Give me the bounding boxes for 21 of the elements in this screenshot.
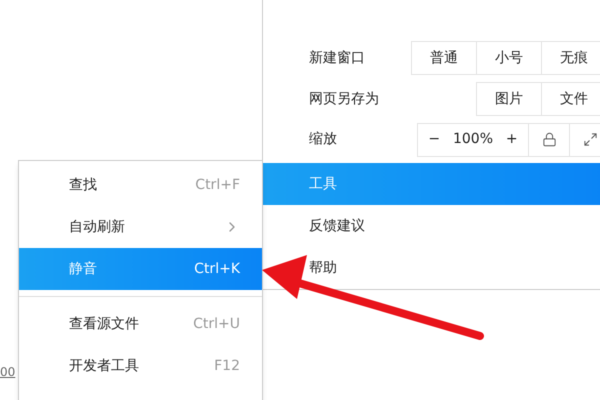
fullscreen-button[interactable] bbox=[569, 122, 600, 157]
option-button[interactable]: 文件 bbox=[541, 82, 600, 116]
option-button[interactable]: 普通 bbox=[411, 41, 477, 76]
submenu-item[interactable]: 静音 Ctrl+K bbox=[19, 248, 262, 290]
submenu-item[interactable]: 开发者工具 F12 bbox=[19, 345, 262, 387]
option-button[interactable]: 无痕 bbox=[541, 41, 600, 76]
menu-row-label: 网页另存为 bbox=[309, 90, 380, 108]
zoom-in-button[interactable]: + bbox=[506, 129, 518, 150]
option-button[interactable]: 小号 bbox=[476, 41, 542, 76]
lock-icon bbox=[542, 132, 556, 148]
menu-row-label: 缩放 bbox=[309, 130, 338, 150]
submenu-item[interactable]: 查看源文件 Ctrl+U bbox=[19, 303, 262, 345]
option-button[interactable]: 图片 bbox=[476, 82, 542, 116]
zoom-level: 100% bbox=[452, 130, 493, 150]
expand-icon bbox=[582, 132, 598, 148]
menu-row-label: 新建窗口 bbox=[309, 48, 366, 68]
page-link[interactable]: 00 bbox=[0, 365, 16, 379]
submenu-item[interactable]: 查找 Ctrl+F bbox=[19, 164, 262, 206]
lock-button[interactable] bbox=[528, 122, 570, 157]
zoom-out-button[interactable]: − bbox=[428, 129, 440, 150]
submenu-item[interactable]: 自动刷新 bbox=[19, 206, 262, 248]
